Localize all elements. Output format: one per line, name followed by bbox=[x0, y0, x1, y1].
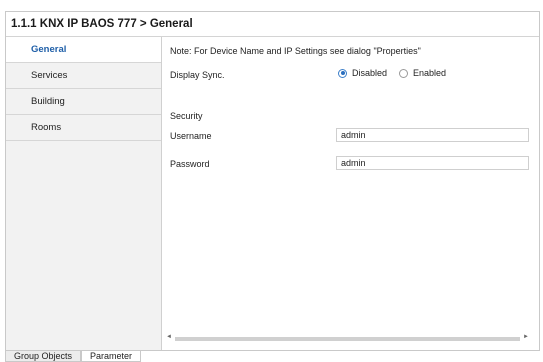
tab-parameter[interactable]: Parameter bbox=[81, 351, 142, 362]
disabled-radio[interactable] bbox=[338, 68, 347, 78]
scrollbar-thumb[interactable] bbox=[175, 337, 520, 341]
scrollbar-track[interactable] bbox=[175, 337, 520, 341]
sidebar-item-rooms[interactable]: Rooms bbox=[6, 115, 161, 141]
horizontal-scrollbar[interactable]: ◄ ► bbox=[166, 334, 529, 343]
username-field[interactable]: admin bbox=[336, 128, 529, 142]
tab-group-objects[interactable]: Group Objects bbox=[5, 351, 82, 362]
username-label: Username bbox=[170, 131, 212, 141]
sidebar-item-general[interactable]: General bbox=[6, 37, 161, 63]
security-heading: Security bbox=[170, 111, 203, 121]
display-sync-label: Display Sync. bbox=[170, 70, 225, 80]
page-title: 1.1.1 KNX IP BAOS 777 > General bbox=[6, 12, 539, 37]
display-sync-radio-group: Disabled Enabled bbox=[338, 68, 458, 78]
sidebar-item-services[interactable]: Services bbox=[6, 63, 161, 89]
disabled-radio-label[interactable]: Disabled bbox=[352, 68, 387, 78]
enabled-radio[interactable] bbox=[399, 68, 409, 78]
scroll-left-icon[interactable]: ◄ bbox=[166, 334, 172, 340]
enabled-radio-label[interactable]: Enabled bbox=[413, 68, 446, 78]
password-field[interactable]: admin bbox=[336, 156, 529, 170]
sidebar: General Services Building Rooms bbox=[6, 37, 162, 350]
bottom-tabs: Group Objects Parameter bbox=[5, 351, 142, 362]
properties-note: Note: For Device Name and IP Settings se… bbox=[170, 46, 421, 56]
password-label: Password bbox=[170, 159, 210, 169]
scroll-right-icon[interactable]: ► bbox=[523, 334, 529, 340]
sidebar-item-building[interactable]: Building bbox=[6, 89, 161, 115]
parameter-window: 1.1.1 KNX IP BAOS 777 > General General … bbox=[5, 11, 540, 351]
parameter-panel: Note: For Device Name and IP Settings se… bbox=[162, 37, 539, 350]
